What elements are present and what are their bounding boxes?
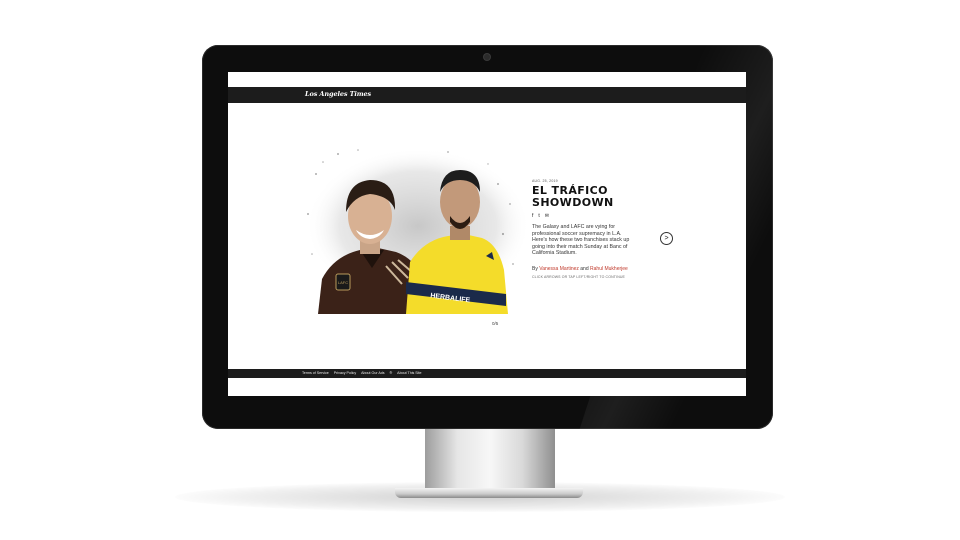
headline-line-2: SHOWDOWN bbox=[532, 196, 614, 209]
site-header: Los Angeles Times bbox=[228, 87, 746, 103]
story-dek: The Galaxy and LAFC are vying for profes… bbox=[532, 224, 630, 257]
slide-counter: 0/5 bbox=[492, 321, 499, 326]
footer-links: Terms of Service Privacy Policy About Ou… bbox=[302, 371, 421, 375]
navigation-hint: CLICK ARROWS OR TAP LEFT/RIGHT TO CONTIN… bbox=[532, 275, 626, 279]
player-collage-graphic: LAFC HERBALIFE bbox=[306, 148, 530, 314]
story-byline: By Vanessa Martinez and Rahul Mukherjee bbox=[532, 266, 628, 272]
site-footer: Terms of Service Privacy Policy About Ou… bbox=[228, 369, 746, 378]
site-logo[interactable]: Los Angeles Times bbox=[305, 90, 371, 98]
story-date: AUG. 25, 2019 bbox=[532, 179, 558, 183]
byline-prefix: By bbox=[532, 266, 538, 272]
facebook-icon[interactable]: f bbox=[532, 213, 533, 219]
footer-link-terms[interactable]: Terms of Service bbox=[302, 371, 329, 375]
monitor-stand bbox=[425, 428, 555, 490]
footer-link-privacy[interactable]: Privacy Policy bbox=[334, 371, 356, 375]
twitter-icon[interactable]: t bbox=[538, 213, 539, 219]
browser-screen: Los Angeles Times LAFC HERBALIFE AUG. 25… bbox=[228, 72, 746, 396]
footer-link-ads[interactable]: About Our Ads bbox=[361, 371, 384, 375]
player-collage-image: LAFC HERBALIFE bbox=[298, 144, 530, 314]
author-link-2[interactable]: Rahul Mukherjee bbox=[590, 266, 628, 272]
share-buttons: f t ✉ bbox=[532, 213, 549, 219]
footer-link-registered[interactable]: ® bbox=[390, 371, 393, 375]
email-icon[interactable]: ✉ bbox=[545, 213, 549, 219]
byline-joiner: and bbox=[580, 266, 589, 272]
author-link-1[interactable]: Vanessa Martinez bbox=[539, 266, 579, 272]
footer-link-about[interactable]: About This Site bbox=[397, 371, 421, 375]
webcam-icon bbox=[484, 54, 490, 60]
next-arrow-button[interactable]: > bbox=[660, 232, 673, 245]
monitor-stand-base bbox=[395, 488, 583, 498]
story-headline: EL TRÁFICO SHOWDOWN bbox=[532, 185, 642, 209]
svg-text:LAFC: LAFC bbox=[338, 280, 348, 285]
